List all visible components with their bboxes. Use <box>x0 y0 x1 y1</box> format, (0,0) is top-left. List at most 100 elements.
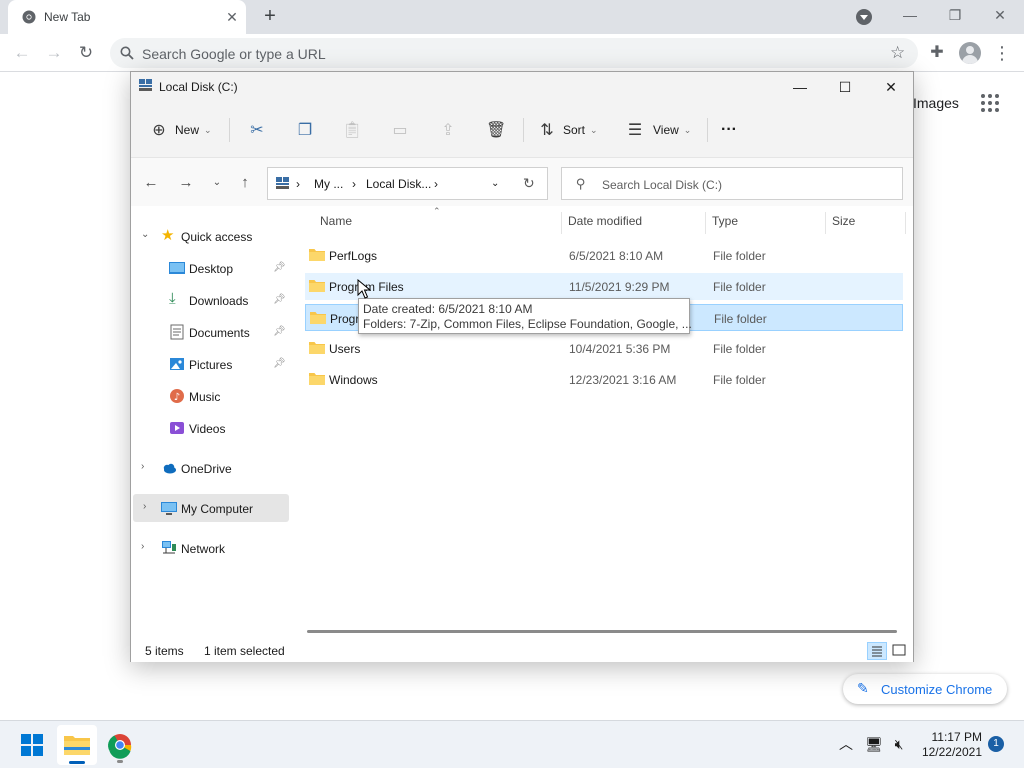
table-row[interactable]: Users 10/4/2021 5:36 PM File folder <box>305 335 903 362</box>
recent-locations-chevron-icon[interactable]: ⌄ <box>208 174 226 192</box>
chevron-right-icon[interactable]: › <box>141 461 144 472</box>
forward-arrow-icon[interactable]: → <box>43 42 65 64</box>
address-bar[interactable]: › My ... › Local Disk... › ⌄ ↻ <box>267 167 548 200</box>
maximize-icon[interactable]: ☐ <box>830 75 860 99</box>
column-divider[interactable] <box>905 212 906 234</box>
tab-close-icon[interactable]: ✕ <box>224 9 240 25</box>
new-tab-button[interactable]: + <box>258 5 282 29</box>
column-divider[interactable] <box>561 212 562 234</box>
start-button[interactable] <box>12 725 52 765</box>
more-options-button[interactable]: ··· <box>721 116 737 144</box>
breadcrumb-my-computer[interactable]: My ... <box>314 177 343 191</box>
rename-button[interactable]: ▭ <box>390 116 410 144</box>
table-row[interactable]: Windows 12/23/2021 3:16 AM File folder <box>305 366 903 393</box>
column-header-size[interactable]: Size <box>832 214 855 228</box>
forward-arrow-icon[interactable]: → <box>177 174 195 192</box>
view-button[interactable]: ☰ View ⌄ <box>625 116 692 144</box>
extensions-puzzle-icon[interactable]: ✚ <box>926 42 948 64</box>
column-header-type[interactable]: Type <box>712 214 738 228</box>
nav-quick-access[interactable]: ⌄ ★ Quick access <box>131 222 287 250</box>
sort-icon: ⇅ <box>540 122 554 139</box>
back-arrow-icon[interactable]: ← <box>142 174 160 192</box>
clock-date: 12/22/2021 <box>921 745 982 759</box>
pin-icon[interactable]: 📌︎ <box>273 294 286 305</box>
up-arrow-icon[interactable]: ↑ <box>236 174 254 192</box>
file-list-pane: ⌃ Name Date modified Type Size PerfLogs … <box>291 206 913 640</box>
row-name: Users <box>329 342 361 356</box>
tab-title: New Tab <box>44 10 91 24</box>
column-divider[interactable] <box>705 212 706 234</box>
customize-chrome-button[interactable]: ✎ Customize Chrome <box>843 674 1007 704</box>
taskbar-clock[interactable]: 11:17 PM 12/22/2021 <box>916 730 982 760</box>
nav-downloads[interactable]: ⤓ Downloads 📌︎ <box>131 286 287 314</box>
toolbar-separator <box>523 118 524 142</box>
row-date: 12/23/2021 3:16 AM <box>569 373 677 387</box>
delete-button[interactable]: 🗑︎ <box>486 116 506 144</box>
cut-button[interactable]: ✂ <box>247 116 267 144</box>
new-button[interactable]: ⊕ New ⌄ <box>149 116 211 144</box>
ntp-images-link[interactable]: Images <box>913 95 959 111</box>
close-icon[interactable]: ✕ <box>876 75 906 99</box>
reload-icon[interactable]: ↻ <box>75 42 97 64</box>
chevron-right-icon[interactable]: › <box>143 501 146 512</box>
minimize-icon[interactable]: — <box>785 75 815 99</box>
volume-muted-icon[interactable]: 🔇︎ <box>890 735 908 753</box>
row-name: Progr <box>330 312 360 326</box>
nav-my-computer[interactable]: › My Computer <box>133 494 289 522</box>
chevron-down-icon[interactable]: ⌄ <box>141 229 149 240</box>
nav-network[interactable]: › Network <box>131 534 287 562</box>
taskbar-file-explorer[interactable] <box>57 725 97 765</box>
pin-icon[interactable]: 📌︎ <box>273 262 286 273</box>
row-date: 10/4/2021 5:36 PM <box>569 342 671 356</box>
chrome-tab-new-tab[interactable]: New Tab ✕ <box>8 0 246 34</box>
address-history-chevron-icon[interactable]: ⌄ <box>491 178 499 189</box>
breadcrumb-chevron-icon[interactable]: › <box>434 177 438 191</box>
network-monitor-icon[interactable]: 🖥︎ <box>865 735 883 753</box>
search-box[interactable]: ⚲ Search Local Disk (C:) <box>561 167 903 200</box>
taskbar-chrome[interactable] <box>100 725 140 765</box>
browser-close-icon[interactable]: ✕ <box>987 4 1013 26</box>
pin-icon[interactable]: 📌︎ <box>273 326 286 337</box>
nav-documents[interactable]: Documents 📌︎ <box>131 318 287 346</box>
nav-videos-label: Videos <box>189 422 226 436</box>
breadcrumb-chevron-icon[interactable]: › <box>296 177 300 191</box>
browser-minimize-icon[interactable]: — <box>897 4 923 26</box>
status-item-count: 5 items <box>145 644 184 658</box>
search-icon: ⚲ <box>576 176 586 191</box>
omnibox[interactable]: Search Google or type a URL ☆ <box>110 38 918 68</box>
horizontal-scrollbar[interactable] <box>307 630 897 633</box>
table-row[interactable]: Program Files 11/5/2021 9:29 PM File fol… <box>305 273 903 300</box>
profile-avatar[interactable] <box>959 42 981 64</box>
refresh-icon[interactable]: ↻ <box>523 175 535 192</box>
breadcrumb-local-disk[interactable]: Local Disk... <box>366 177 431 191</box>
nav-desktop[interactable]: Desktop 📌︎ <box>131 254 287 282</box>
sort-button[interactable]: ⇅ Sort ⌄ <box>537 116 597 144</box>
show-hidden-icons-chevron-icon[interactable]: ︿ <box>837 735 855 753</box>
tab-search-icon[interactable] <box>856 9 872 25</box>
chevron-right-icon[interactable]: › <box>141 541 144 552</box>
notification-count-badge[interactable]: 1 <box>988 736 1004 752</box>
nav-music[interactable]: ♪ Music <box>131 382 287 410</box>
copy-button[interactable]: ❐ <box>295 116 315 144</box>
bookmark-star-icon[interactable]: ☆ <box>890 43 905 63</box>
details-view-icon <box>872 646 882 657</box>
paste-button[interactable]: 📋︎ <box>342 116 362 144</box>
share-button[interactable]: ⇪ <box>438 116 458 144</box>
pin-icon[interactable]: 📌︎ <box>273 358 286 369</box>
details-view-button[interactable] <box>867 642 887 660</box>
nav-pictures[interactable]: Pictures 📌︎ <box>131 350 287 378</box>
column-header-name[interactable]: Name <box>320 214 352 228</box>
back-arrow-icon[interactable]: ← <box>11 42 33 64</box>
nav-videos[interactable]: Videos <box>131 414 287 442</box>
explorer-titlebar[interactable]: Local Disk (C:) — ☐ ✕ <box>131 72 913 102</box>
column-divider[interactable] <box>825 212 826 234</box>
breadcrumb-chevron-icon[interactable]: › <box>352 177 356 191</box>
navigation-pane: ⌄ ★ Quick access Desktop 📌︎ ⤓ Downloads … <box>131 206 291 640</box>
column-header-date[interactable]: Date modified <box>568 214 642 228</box>
browser-restore-icon[interactable]: ❐ <box>942 4 968 26</box>
table-row[interactable]: PerfLogs 6/5/2021 8:10 AM File folder <box>305 242 903 269</box>
chrome-menu-icon[interactable]: ⋮ <box>991 42 1013 64</box>
nav-onedrive[interactable]: › OneDrive <box>131 454 287 482</box>
google-apps-icon[interactable] <box>981 94 999 112</box>
large-icons-view-button[interactable] <box>890 642 910 660</box>
